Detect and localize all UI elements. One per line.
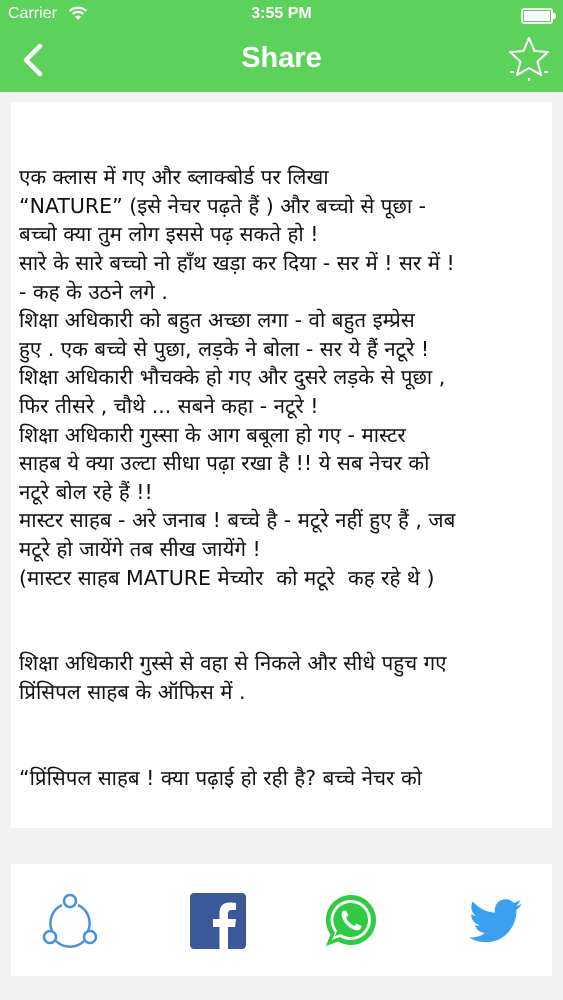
story-line: फिर तीसरे , चौथे ... सबने कहा - नटूरे !: [19, 393, 319, 418]
facebook-icon: [190, 893, 246, 949]
share-nodes-icon: [42, 893, 98, 948]
story-line: (मास्टर साहब MATURE मेच्योर को मटूरे कह …: [19, 565, 435, 590]
favorite-button[interactable]: [505, 34, 553, 82]
whatsapp-button[interactable]: [318, 888, 384, 954]
twitter-button[interactable]: [463, 888, 529, 954]
story-line: मटूरे हो जायेंगे तब सीख जायेंगे !: [19, 536, 261, 561]
story-line: शिक्षा अधिकारी गुस्सा के आग बबूला हो गए …: [19, 422, 406, 447]
navigation-bar: Carrier 3:55 PM Share: [0, 0, 563, 92]
story-line: [19, 735, 551, 764]
story-line: - कह के उठने लगे .: [19, 279, 168, 304]
whatsapp-icon: [325, 894, 376, 946]
story-line: [19, 706, 551, 735]
status-bar: Carrier 3:55 PM: [0, 0, 563, 30]
story-line: बच्चो क्या तुम लोग इससे पढ़ सकते हो !: [19, 222, 319, 247]
story-line: [19, 592, 551, 621]
story-line: [19, 135, 551, 164]
twitter-icon: [469, 899, 522, 943]
story-line: नटूरे बोल रहे हैं !!: [19, 479, 153, 504]
story-line: हुए . एक बच्चे से पुछा, लड़के ने बोला - …: [19, 336, 430, 361]
story-line: “प्रिंसिपल साहब ! क्या पढ़ाई हो रही है? …: [19, 765, 422, 790]
story-line: [19, 106, 551, 135]
share-generic-button[interactable]: [37, 888, 103, 954]
story-line: मास्टर साहब - अरे जनाब ! बच्चे है - मटूर…: [19, 508, 456, 533]
page-title: Share: [241, 42, 322, 74]
star-icon: [509, 37, 549, 81]
story-line: शिक्षा अधिकारी गुस्से से वहा से निकले और…: [19, 651, 447, 676]
clock-label: 3:55 PM: [251, 5, 312, 22]
story-line: [19, 621, 551, 650]
share-bar: [11, 864, 552, 976]
story-line: शिक्षा अधिकारी भौचक्के हो गए और दुसरे लड…: [19, 365, 446, 390]
facebook-button[interactable]: [185, 888, 251, 954]
story-text: एक क्लास में गए और ब्लाक्बोर्ड पर लिखा “N…: [19, 106, 551, 792]
story-line: “NATURE” (इसे नेचर पढ़ते हैं ) और बच्चो …: [19, 193, 427, 218]
story-card[interactable]: एक क्लास में गए और ब्लाक्बोर्ड पर लिखा “N…: [11, 102, 552, 828]
card-top-edge: [11, 102, 552, 106]
story-line: प्रिंसिपल साहब के ऑफिस में .: [19, 679, 246, 704]
story-line: शिक्षा अधिकारी को बहुत अच्छा लगा - वो बह…: [19, 308, 415, 333]
story-line: सारे के सारे बच्चो नो हाँथ खड़ा कर दिया …: [19, 250, 455, 275]
story-line: साहब ये क्या उल्टा सीधा पढ़ा रखा है !! य…: [19, 451, 430, 476]
battery-icon: [521, 8, 556, 24]
story-line: एक क्लास में गए और ब्लाक्बोर्ड पर लिखा: [19, 165, 329, 190]
nav-header: Share: [0, 30, 563, 92]
